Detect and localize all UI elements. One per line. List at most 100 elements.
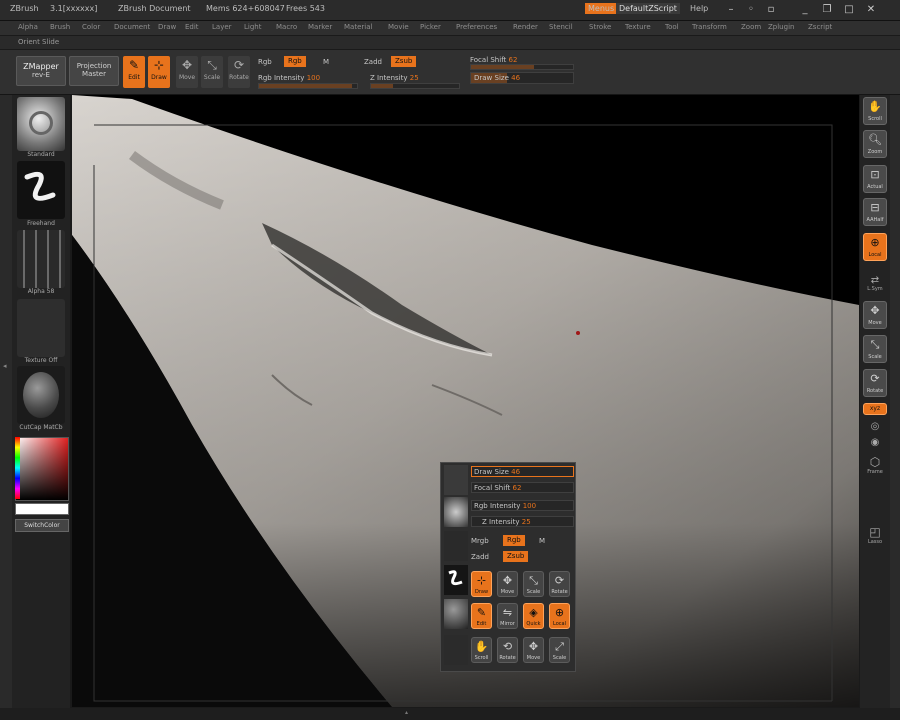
focal-shift-slider[interactable]: [470, 64, 574, 70]
window-close-icon[interactable]: ✕: [864, 3, 878, 16]
menus-button[interactable]: Menus: [585, 3, 618, 14]
popup-alpha-thumb[interactable]: [444, 531, 468, 561]
tray-arrow-icon[interactable]: ◂: [3, 362, 7, 370]
popup-freehand-thumb[interactable]: [444, 565, 468, 595]
bottom-tray-bar[interactable]: ▴: [0, 708, 900, 720]
menu-item-document[interactable]: Document: [114, 23, 150, 31]
window-maximize-icon[interactable]: □: [842, 3, 856, 16]
left-tray-handle[interactable]: ◂: [0, 95, 12, 710]
menu-item-zscript[interactable]: Zscript: [808, 23, 832, 31]
menu-item-zoom[interactable]: Zoom: [741, 23, 761, 31]
help-button[interactable]: Help: [690, 4, 708, 13]
layout-icon[interactable]: ▫: [764, 3, 778, 16]
alpha-thumbnail[interactable]: [17, 230, 65, 288]
minimize-icon[interactable]: –: [724, 3, 738, 16]
m-toggle[interactable]: M: [323, 58, 329, 66]
zmapper-button[interactable]: ZMapper rev-E: [16, 56, 66, 86]
z-intensity-slider[interactable]: [370, 83, 460, 89]
menu-item-light[interactable]: Light: [244, 23, 261, 31]
popup-material-thumb[interactable]: [444, 599, 468, 629]
rotate-view-button[interactable]: ⟳ Rotate: [863, 369, 887, 397]
popup-rotate-view-button[interactable]: ⟲ Rotate: [497, 637, 518, 663]
move-button[interactable]: ✥ Move: [176, 56, 198, 88]
popup-m-toggle[interactable]: M: [539, 537, 545, 545]
menu-item-texture[interactable]: Texture: [625, 23, 651, 31]
rotate-z-icon[interactable]: ◉: [863, 437, 887, 448]
popup-zsub-toggle[interactable]: Zsub: [503, 551, 529, 562]
rgb-toggle[interactable]: Rgb: [284, 56, 306, 67]
zsub-toggle[interactable]: Zsub: [391, 56, 417, 67]
popup-edit-button[interactable]: ✎ Edit: [471, 603, 492, 629]
menu-item-preferences[interactable]: Preferences: [456, 23, 497, 31]
popup-move-view-button[interactable]: ✥ Move: [523, 637, 544, 663]
menu-item-stroke[interactable]: Stroke: [589, 23, 611, 31]
popup-z-intensity-slider[interactable]: Z Intensity 25: [471, 516, 574, 527]
popup-mirror-button[interactable]: ⇋ Mirror: [497, 603, 518, 629]
popup-local-button[interactable]: ⊕ Local: [549, 603, 570, 629]
popup-brush-thumb[interactable]: [444, 465, 468, 495]
window-restore-icon[interactable]: ❐: [820, 3, 834, 16]
scroll-button[interactable]: ✋ Scroll: [863, 97, 887, 125]
popup-scale-view-button[interactable]: ⤢ Scale: [549, 637, 570, 663]
popup-rotate-button[interactable]: ⟳ Rotate: [549, 571, 570, 597]
popup-move-button[interactable]: ✥ Move: [497, 571, 518, 597]
menu-item-marker[interactable]: Marker: [308, 23, 332, 31]
popup-rgb-toggle[interactable]: Rgb: [503, 535, 525, 546]
draw-size-slider[interactable]: Draw Size 46: [470, 72, 574, 84]
menu-item-draw[interactable]: Draw: [158, 23, 176, 31]
menu-item-layer[interactable]: Layer: [212, 23, 232, 31]
menu-item-picker[interactable]: Picker: [420, 23, 441, 31]
window-minimize-icon[interactable]: _: [798, 3, 812, 16]
texture-thumbnail[interactable]: [17, 299, 65, 357]
move-view-button[interactable]: ✥ Move: [863, 301, 887, 329]
script-button[interactable]: DefaultZScript: [616, 3, 680, 14]
lasso-button[interactable]: ◰ Lasso: [863, 525, 887, 545]
menu-item-alpha[interactable]: Alpha: [18, 23, 38, 31]
menu-item-zplugin[interactable]: Zplugin: [768, 23, 794, 31]
popup-focal-slider[interactable]: Focal Shift 62: [471, 482, 574, 493]
menu-item-material[interactable]: Material: [344, 23, 372, 31]
rgb-intensity-slider[interactable]: [258, 83, 358, 89]
menu-item-color[interactable]: Color: [82, 23, 100, 31]
bottom-tray-arrow-icon[interactable]: ▴: [405, 709, 408, 716]
local-button[interactable]: ⊕ Local: [863, 233, 887, 261]
zoom-button[interactable]: 🔍︎ Zoom: [863, 130, 887, 158]
popup-scale-button[interactable]: ⤡ Scale: [523, 571, 544, 597]
color-picker[interactable]: [15, 437, 69, 501]
xyz-toggle[interactable]: xyz: [863, 403, 887, 415]
draw-button[interactable]: ⊹ Draw: [148, 56, 170, 88]
menu-item-stencil[interactable]: Stencil: [549, 23, 573, 31]
material-thumbnail[interactable]: [17, 366, 65, 424]
popup-rgb-intensity-slider[interactable]: Rgb Intensity 100: [471, 500, 574, 511]
popup-quick-button[interactable]: ◈ Quick: [523, 603, 544, 629]
edit-button[interactable]: ✎ Edit: [123, 56, 145, 88]
rotate-button[interactable]: ⟳ Rotate: [228, 56, 250, 88]
projection-master-button[interactable]: Projection Master: [69, 56, 119, 86]
rotate-y-icon[interactable]: ◎: [863, 421, 887, 432]
popup-draw-size-slider[interactable]: Draw Size 46: [471, 466, 574, 477]
menu-item-transform[interactable]: Transform: [692, 23, 727, 31]
main-color-swatch[interactable]: [15, 503, 69, 515]
menu-item-edit[interactable]: Edit: [185, 23, 199, 31]
switch-color-button[interactable]: SwitchColor: [15, 519, 69, 532]
menu-item-macro[interactable]: Macro: [276, 23, 297, 31]
menu-item-tool[interactable]: Tool: [665, 23, 679, 31]
stroke-thumbnail[interactable]: [17, 161, 65, 219]
popup-zadd-toggle[interactable]: Zadd: [471, 553, 489, 561]
popup-stroke-thumb[interactable]: [444, 497, 468, 527]
popup-draw-button[interactable]: ⊹ Draw: [471, 571, 492, 597]
menu-item-render[interactable]: Render: [513, 23, 538, 31]
menu-item-movie[interactable]: Movie: [388, 23, 409, 31]
menu-item-brush[interactable]: Brush: [50, 23, 70, 31]
popup-scroll-button[interactable]: ✋ Scroll: [471, 637, 492, 663]
scale-button[interactable]: ⤡ Scale: [201, 56, 223, 88]
hue-strip[interactable]: [15, 437, 20, 499]
brush-thumbnail[interactable]: [17, 97, 65, 151]
lsym-button[interactable]: ⇄ L.Sym: [863, 275, 887, 292]
right-tray-handle[interactable]: [890, 95, 900, 710]
popup-mrgb-toggle[interactable]: Mrgb: [471, 537, 489, 545]
zadd-label[interactable]: Zadd: [364, 58, 382, 66]
actual-button[interactable]: ⊡ Actual: [863, 165, 887, 193]
aahalf-button[interactable]: ⊟ AAHalf: [863, 198, 887, 226]
restore-icon[interactable]: ◦: [744, 3, 758, 16]
